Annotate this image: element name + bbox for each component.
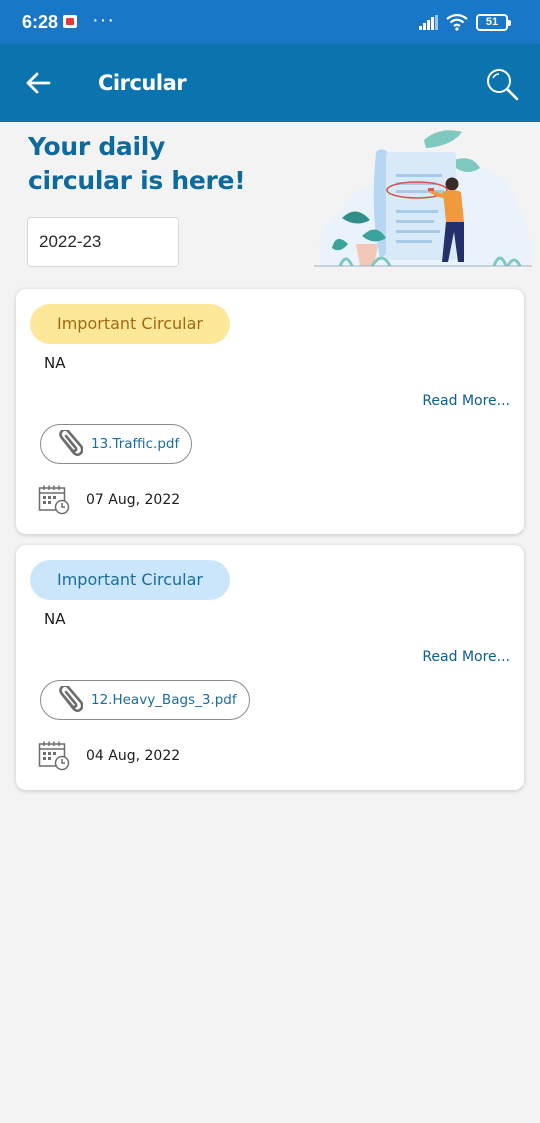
circular-date: 07 Aug, 2022 [86, 492, 181, 508]
circular-badge: Important Circular [30, 304, 230, 344]
circular-text: NA [44, 354, 66, 372]
circular-card[interactable]: Important Circular NA Read More... 12.He… [16, 545, 524, 790]
date-row: 04 Aug, 2022 [38, 741, 180, 771]
calendar-clock-icon [38, 485, 70, 515]
hero-title-line1: Your daily [28, 132, 166, 161]
calendar-clock-icon [38, 741, 70, 771]
wifi-icon [446, 13, 468, 31]
page-title: Circular [98, 71, 187, 95]
circular-date: 04 Aug, 2022 [86, 748, 181, 764]
notification-app-icon [63, 15, 77, 28]
attachment-filename: 13.Traffic.pdf [91, 436, 180, 452]
overflow-dots-icon: ··· [92, 9, 115, 31]
search-button[interactable] [484, 66, 520, 102]
back-button[interactable] [24, 68, 54, 98]
status-bar: 6:28 ··· 51 [0, 0, 540, 44]
attachment-filename: 12.Heavy_Bags_3.pdf [91, 692, 237, 708]
year-select[interactable]: 2022-23 [27, 217, 179, 267]
circular-badge: Important Circular [30, 560, 230, 600]
circular-text: NA [44, 610, 66, 628]
date-row: 07 Aug, 2022 [38, 485, 180, 515]
read-more-link[interactable]: Read More... [422, 393, 510, 409]
paperclip-icon [59, 686, 83, 713]
circular-card[interactable]: Important Circular NA Read More... 13.Tr… [16, 289, 524, 534]
attachment-chip[interactable]: 13.Traffic.pdf [40, 424, 193, 464]
app-bar: Circular [0, 44, 540, 122]
signal-icon [419, 15, 438, 30]
status-time: 6:28 [22, 12, 59, 32]
hero-title: Your daily circular is here! [28, 130, 308, 198]
paperclip-icon [59, 430, 83, 457]
read-more-link[interactable]: Read More... [422, 649, 510, 665]
hero-title-line2: circular is here! [28, 166, 246, 195]
battery-icon: 51 [476, 14, 511, 31]
person-reading-document-illustration [314, 130, 532, 267]
attachment-chip[interactable]: 12.Heavy_Bags_3.pdf [40, 680, 250, 720]
